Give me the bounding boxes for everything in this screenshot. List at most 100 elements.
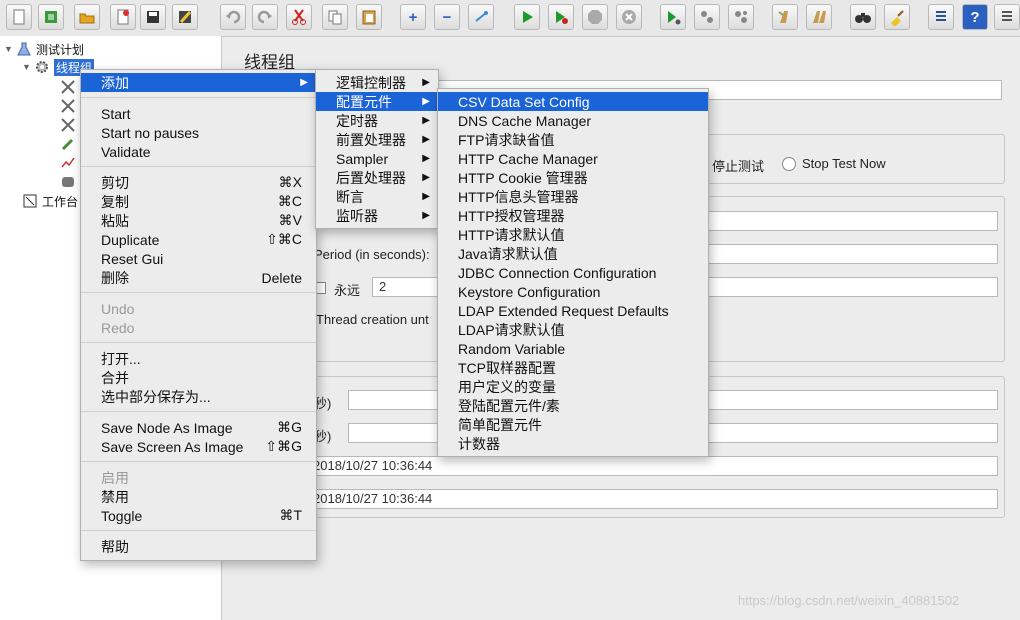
expand-icon[interactable]: + — [400, 4, 426, 30]
expand-triangle-icon[interactable]: ▼ — [22, 62, 34, 72]
submenu-item-post-processor[interactable]: 后置处理器 ▶ — [316, 168, 438, 187]
menu-item-paste[interactable]: 粘贴 ⌘V — [81, 211, 316, 230]
open-icon[interactable] — [74, 4, 100, 30]
config-item-login-config[interactable]: 登陆配置元件/素 — [438, 396, 708, 415]
radio-stop-test-now[interactable] — [782, 157, 796, 171]
config-item-http-defaults[interactable]: HTTP请求默认值 — [438, 225, 708, 244]
tree-node-child[interactable] — [60, 97, 80, 115]
config-item-http-cache[interactable]: HTTP Cache Manager — [438, 149, 708, 168]
collapse-icon[interactable]: − — [434, 4, 460, 30]
config-item-http-header[interactable]: HTTP信息头管理器 — [438, 187, 708, 206]
remote-exit-icon[interactable] — [728, 4, 754, 30]
config-item-http-auth[interactable]: HTTP授权管理器 — [438, 206, 708, 225]
remote-stop-icon[interactable] — [694, 4, 720, 30]
config-item-csv-data-set[interactable]: CSV Data Set Config — [438, 92, 708, 111]
config-item-jdbc-connection[interactable]: JDBC Connection Configuration — [438, 263, 708, 282]
menu-icon[interactable] — [994, 4, 1020, 30]
start-no-pauses-icon[interactable] — [548, 4, 574, 30]
menu-item-save-screen-as-image[interactable]: Save Screen As Image ⇧⌘G — [81, 437, 316, 456]
tree-node-child[interactable] — [60, 135, 80, 153]
config-item-ldap-extended[interactable]: LDAP Extended Request Defaults — [438, 301, 708, 320]
menu-item-label: HTTP Cookie 管理器 — [458, 169, 588, 186]
templates-icon[interactable] — [38, 4, 64, 30]
remote-start-icon[interactable] — [660, 4, 686, 30]
menu-item-label: 断言 — [336, 188, 364, 205]
clear-all-icon[interactable] — [806, 4, 832, 30]
close-icon[interactable] — [110, 4, 136, 30]
config-item-dns-cache[interactable]: DNS Cache Manager — [438, 111, 708, 130]
stop-icon[interactable] — [582, 4, 608, 30]
submenu-item-config-element[interactable]: 配置元件 ▶ — [316, 92, 438, 111]
menu-item-delete[interactable]: 删除 Delete — [81, 268, 316, 287]
copy-icon[interactable] — [322, 4, 348, 30]
undo-icon[interactable] — [220, 4, 246, 30]
submenu-item-listener[interactable]: 监听器 ▶ — [316, 206, 438, 225]
start-icon[interactable] — [514, 4, 540, 30]
config-item-counter[interactable]: 计数器 — [438, 434, 708, 453]
config-item-java-defaults[interactable]: Java请求默认值 — [438, 244, 708, 263]
menu-item-duplicate[interactable]: Duplicate ⇧⌘C — [81, 230, 316, 249]
config-item-keystore[interactable]: Keystore Configuration — [438, 282, 708, 301]
config-item-user-defined-variables[interactable]: 用户定义的变量 — [438, 377, 708, 396]
submenu-item-pre-processor[interactable]: 前置处理器 ▶ — [316, 130, 438, 149]
menu-item-start[interactable]: Start — [81, 104, 316, 123]
submenu-arrow-icon: ▶ — [422, 96, 430, 107]
new-icon[interactable] — [6, 4, 32, 30]
menu-item-toggle[interactable]: Toggle ⌘T — [81, 506, 316, 525]
menu-item-enable[interactable]: 启用 — [81, 468, 316, 487]
function-helper-icon[interactable] — [928, 4, 954, 30]
radio-stop-test-now-label: Stop Test Now — [802, 156, 886, 171]
submenu-item-logic-controller[interactable]: 逻辑控制器 ▶ — [316, 73, 438, 92]
shutdown-icon[interactable] — [616, 4, 642, 30]
menu-item-cut[interactable]: 剪切 ⌘X — [81, 173, 316, 192]
help-icon[interactable]: ? — [962, 4, 988, 30]
menu-item-help[interactable]: 帮助 — [81, 537, 316, 556]
ramp-up-field[interactable] — [706, 244, 998, 264]
submenu-item-assertion[interactable]: 断言 ▶ — [316, 187, 438, 206]
menu-item-copy[interactable]: 复制 ⌘C — [81, 192, 316, 211]
config-item-simple-config[interactable]: 简单配置元件 — [438, 415, 708, 434]
menu-item-save-node-as-image[interactable]: Save Node As Image ⌘G — [81, 418, 316, 437]
menu-separator — [81, 166, 316, 167]
config-item-tcp-sampler-config[interactable]: TCP取样器配置 — [438, 358, 708, 377]
tree-node-child[interactable] — [60, 173, 80, 191]
config-item-ftp-defaults[interactable]: FTP请求缺省值 — [438, 130, 708, 149]
save-as-icon[interactable] — [172, 4, 198, 30]
start-time-field[interactable]: 2018/10/27 10:36:44 — [306, 456, 998, 476]
tree-node-child[interactable] — [60, 116, 80, 134]
menu-item-save-selection-as[interactable]: 选中部分保存为... — [81, 387, 316, 406]
config-item-ldap-defaults[interactable]: LDAP请求默认值 — [438, 320, 708, 339]
redo-icon[interactable] — [252, 4, 278, 30]
menu-item-merge[interactable]: 合并 — [81, 368, 316, 387]
menu-item-label: Start no pauses — [101, 124, 200, 141]
menu-item-undo[interactable]: Undo — [81, 299, 316, 318]
paste-icon[interactable] — [356, 4, 382, 30]
tree-node-test-plan[interactable]: ▼ 测试计划 — [4, 40, 84, 58]
save-icon[interactable] — [140, 4, 166, 30]
menu-item-open[interactable]: 打开... — [81, 349, 316, 368]
submenu-item-timer[interactable]: 定时器 ▶ — [316, 111, 438, 130]
config-item-random-variable[interactable]: Random Variable — [438, 339, 708, 358]
tree-node-workbench[interactable]: 工作台 — [22, 192, 78, 210]
toggle-icon[interactable] — [468, 4, 494, 30]
config-item-http-cookie[interactable]: HTTP Cookie 管理器 — [438, 168, 708, 187]
search-icon[interactable] — [850, 4, 876, 30]
clear-icon[interactable] — [772, 4, 798, 30]
cut-icon[interactable] — [286, 4, 312, 30]
threads-field[interactable] — [706, 211, 998, 231]
expand-triangle-icon[interactable]: ▼ — [4, 44, 16, 54]
menu-item-reset-gui[interactable]: Reset Gui — [81, 249, 316, 268]
menu-item-start-no-pauses[interactable]: Start no pauses — [81, 123, 316, 142]
reset-search-icon[interactable] — [884, 4, 910, 30]
menu-item-redo[interactable]: Redo — [81, 318, 316, 337]
end-time-field[interactable]: 2018/10/27 10:36:44 — [306, 489, 998, 509]
menu-item-add[interactable]: 添加 ▶ — [81, 73, 316, 92]
submenu-item-sampler[interactable]: Sampler ▶ — [316, 149, 438, 168]
menu-item-label: 登陆配置元件/素 — [458, 397, 560, 414]
menu-item-disable[interactable]: 禁用 — [81, 487, 316, 506]
menu-item-label: 剪切 — [101, 174, 129, 191]
tree-node-child[interactable] — [60, 78, 80, 96]
tree-node-child[interactable] — [60, 154, 80, 172]
menu-item-label: JDBC Connection Configuration — [458, 264, 657, 281]
menu-item-validate[interactable]: Validate — [81, 142, 316, 161]
